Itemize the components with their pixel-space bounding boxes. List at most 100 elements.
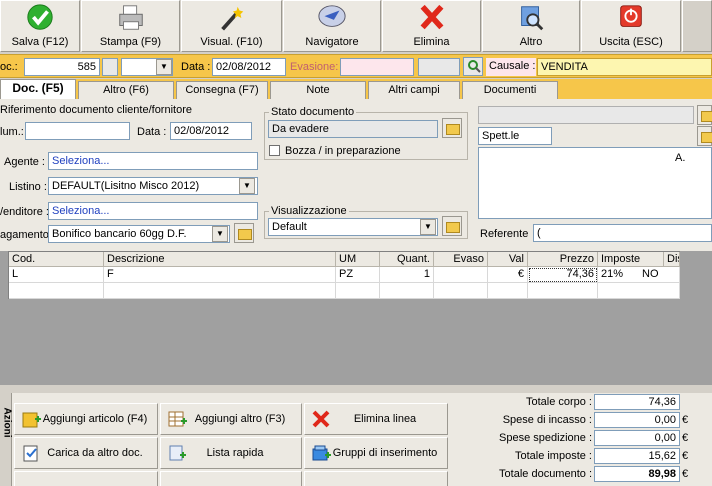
- bozza-checkbox[interactable]: [269, 145, 280, 156]
- more-actions-button-3[interactable]: [304, 471, 448, 486]
- empty-cell[interactable]: [598, 283, 680, 299]
- stato-folder-icon[interactable]: [442, 118, 462, 138]
- visualizzazione-select[interactable]: Default: [268, 218, 438, 236]
- totale-imposte-label: Totale imposte :: [514, 450, 592, 462]
- tab-note[interactable]: Note: [270, 81, 366, 99]
- righe-grid[interactable]: Cod. Descrizione UM Quant. Evaso Val Pre…: [8, 251, 680, 299]
- doc-number-input[interactable]: 585: [24, 58, 100, 76]
- agente-input[interactable]: Seleziona...: [48, 152, 258, 170]
- listino-dropdown-icon[interactable]: ▼: [239, 178, 255, 194]
- col-header-disp[interactable]: Disp.: [664, 252, 680, 267]
- cliente-folder-icon[interactable]: [697, 105, 712, 125]
- causale-input[interactable]: VENDITA: [537, 58, 712, 76]
- navigatore-button[interactable]: Navigatore: [283, 0, 381, 52]
- col-header-evaso[interactable]: Evaso: [434, 252, 488, 267]
- elimina-button[interactable]: Elimina: [382, 0, 481, 52]
- data-label: Data :: [181, 61, 211, 73]
- tab-altro[interactable]: Altro (F6): [78, 81, 174, 99]
- uscita-button[interactable]: Uscita (ESC): [581, 0, 681, 52]
- visualizzazione-dropdown-icon[interactable]: ▼: [420, 219, 436, 235]
- more-actions-button-2[interactable]: [160, 471, 302, 486]
- visual-button[interactable]: Visual. (F10): [181, 0, 282, 52]
- agente-label: Agente :: [4, 156, 45, 168]
- aggiungi-altro-button[interactable]: Aggiungi altro (F3): [160, 403, 302, 435]
- col-header-um[interactable]: UM: [336, 252, 380, 267]
- gruppi-inserimento-button[interactable]: Gruppi di inserimento: [304, 437, 448, 469]
- aggiungi-articolo-button[interactable]: Aggiungi articolo (F4): [14, 403, 158, 435]
- venditore-input[interactable]: Seleziona...: [48, 202, 258, 220]
- salva-button[interactable]: Salva (F12): [0, 0, 80, 52]
- tab-doc[interactable]: Doc. (F5): [0, 79, 76, 99]
- visualizzazione-folder-icon[interactable]: [442, 216, 462, 236]
- listino-select[interactable]: DEFAULT(Lisitno Misco 2012): [48, 177, 258, 195]
- altro-button[interactable]: Altro: [482, 0, 580, 52]
- empty-cell[interactable]: [104, 283, 336, 299]
- lista-rapida-button[interactable]: Lista rapida: [160, 437, 302, 469]
- pagamento-label: agamento :: [0, 229, 56, 241]
- empty-cell[interactable]: [434, 283, 488, 299]
- cell-disp[interactable]: NO: [639, 267, 680, 283]
- tab-consegna[interactable]: Consegna (F7): [176, 81, 268, 99]
- pagamento-folder-icon[interactable]: [234, 223, 254, 243]
- tab-altri-campi[interactable]: Altri campi: [368, 81, 460, 99]
- data-input[interactable]: 02/08/2012: [212, 58, 286, 76]
- visualizzazione-title: Visualizzazione: [269, 205, 349, 217]
- empty-cell[interactable]: [528, 283, 598, 299]
- toolbar-filler: [682, 0, 712, 52]
- empty-cell[interactable]: [380, 283, 434, 299]
- pagamento-dropdown-icon[interactable]: ▼: [212, 226, 228, 242]
- azioni-side-tab[interactable]: Azioni: [0, 393, 13, 486]
- tab-documenti[interactable]: Documenti: [462, 81, 558, 99]
- separator: [0, 385, 712, 393]
- empty-cell[interactable]: [9, 283, 104, 299]
- evasione-input[interactable]: [340, 58, 414, 76]
- cell-cod[interactable]: L: [9, 267, 104, 283]
- evasione-extra-field[interactable]: [418, 58, 460, 76]
- magic-wand-icon: [220, 6, 243, 31]
- col-header-imposte[interactable]: Imposte: [598, 252, 664, 267]
- cell-um[interactable]: PZ: [336, 267, 380, 283]
- cell-prezzo[interactable]: 74,36: [528, 267, 598, 283]
- riferimento-data-input[interactable]: 02/08/2012: [170, 122, 252, 140]
- cliente-select[interactable]: [478, 106, 694, 124]
- spese-spedizione-label: Spese spedizione :: [499, 432, 592, 444]
- spese-spedizione-value[interactable]: 0,00: [594, 430, 680, 446]
- col-header-val[interactable]: Val: [488, 252, 528, 267]
- cell-descrizione[interactable]: F: [104, 267, 336, 283]
- cell-quant[interactable]: 1: [380, 267, 434, 283]
- bozza-label: Bozza / in preparazione: [285, 145, 401, 157]
- cliente-a-label: A.: [675, 152, 686, 164]
- causale-label-box: Causale :: [486, 58, 536, 76]
- elimina-linea-button[interactable]: Elimina linea: [304, 403, 448, 435]
- col-header-quant[interactable]: Quant.: [380, 252, 434, 267]
- zoom-button[interactable]: [463, 57, 483, 76]
- spese-incasso-value[interactable]: 0,00: [594, 412, 680, 428]
- visualizzazione-group: Visualizzazione Default ▼: [264, 205, 468, 239]
- cell-val[interactable]: €: [488, 267, 528, 283]
- pagamento-select[interactable]: Bonifico bancario 60gg D.F.: [48, 225, 230, 243]
- col-header-cod[interactable]: Cod.: [9, 252, 104, 267]
- referente-input[interactable]: (: [533, 224, 712, 242]
- cell-evaso[interactable]: [434, 267, 488, 283]
- actions-panel: Azioni Aggiungi articolo (F4) Aggiungi a…: [0, 393, 452, 486]
- more-actions-button-1[interactable]: [14, 471, 158, 486]
- listino-label: Listino :: [9, 181, 47, 193]
- grid-left-margin: [0, 251, 8, 299]
- spese-incasso-label: Spese di incasso :: [502, 414, 592, 426]
- empty-cell[interactable]: [336, 283, 380, 299]
- doc-number-label: oc.:: [0, 61, 18, 73]
- cliente-address-box: A.: [478, 147, 712, 219]
- col-header-prezzo[interactable]: Prezzo: [528, 252, 598, 267]
- carica-altro-doc-button[interactable]: Carica da altro doc.: [14, 437, 158, 469]
- cliente-edit-icon[interactable]: [697, 126, 712, 146]
- riferimento-num-input[interactable]: [25, 122, 130, 140]
- spett-input[interactable]: Spett.le: [478, 127, 552, 145]
- col-header-descrizione[interactable]: Descrizione: [104, 252, 336, 267]
- doc-series-dropdown-icon[interactable]: ▼: [156, 59, 172, 75]
- doc-number-button[interactable]: [102, 58, 118, 76]
- venditore-label: /enditore :: [0, 206, 49, 218]
- document-form-panel: Riferimento documento cliente/fornitore …: [0, 99, 712, 251]
- stampa-button[interactable]: Stampa (F9): [81, 0, 180, 52]
- empty-cell[interactable]: [488, 283, 528, 299]
- spese-incasso-currency: €: [682, 414, 689, 426]
